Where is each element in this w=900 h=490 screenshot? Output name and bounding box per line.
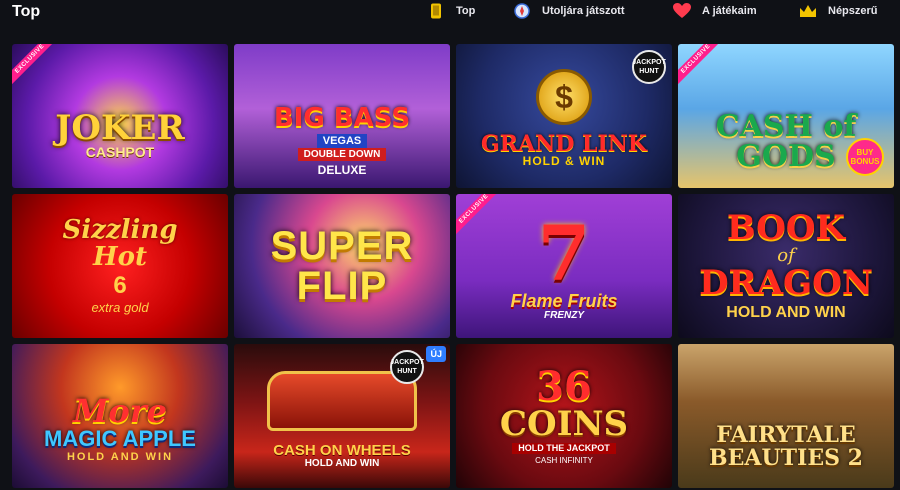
tab-top[interactable]: Top: [426, 0, 506, 22]
game-tile-cash-on-wheels[interactable]: ÚJ JACKPOT HUNT CASH ON WHEELS HOLD AND …: [234, 344, 450, 488]
game-title: COINS: [499, 403, 629, 444]
game-subtitle: BEAUTIES 2: [709, 444, 863, 471]
top-bar: Top Top Utoljára játszott A játékaim Nép…: [0, 0, 900, 30]
game-subtitle: FRENZY: [544, 309, 584, 321]
game-subtitle: HOLD AND WIN: [726, 303, 846, 321]
game-subtitle: HOLD THE JACKPOT: [512, 442, 616, 455]
new-badge: ÚJ: [426, 346, 446, 362]
exclusive-ribbon: EXCLUSIVE: [12, 44, 62, 91]
game-title: FAIRYTALE: [716, 421, 856, 448]
game-subtitle: Hot: [93, 242, 147, 273]
category-tabs: Top Utoljára játszott A játékaim Népszer…: [426, 0, 900, 22]
game-title: BOOK: [726, 207, 846, 248]
game-title: GRAND LINK: [481, 131, 647, 158]
buy-bonus-badge: BUY BONUS: [846, 138, 884, 176]
game-tile-grand-link[interactable]: JACKPOT HUNT $ GRAND LINK HOLD & WIN: [456, 44, 672, 188]
game-subtitle: HOLD AND WIN: [66, 451, 174, 464]
tab-label: Utoljára játszott: [542, 5, 625, 17]
tab-label: A játékaim: [702, 5, 757, 17]
game-title: CASH ON WHEELS: [273, 442, 411, 459]
game-number: 6: [113, 271, 127, 299]
page-title: Top: [12, 3, 41, 20]
tab-label: Top: [456, 5, 476, 17]
heart-icon: [672, 2, 692, 20]
tab-popular[interactable]: Népszerű: [798, 0, 900, 22]
game-number: 36: [536, 362, 592, 410]
jackpot-hunt-badge: JACKPOT HUNT: [632, 50, 666, 84]
game-tile-super-flip[interactable]: SUPER FLIP: [234, 194, 450, 338]
car-illustration: [267, 371, 417, 431]
game-subtitle: CASHPOT: [85, 144, 155, 161]
game-title: Sizzling: [62, 215, 178, 246]
tab-recently-played[interactable]: Utoljára játszott: [512, 0, 662, 22]
game-subtitle: extra gold: [91, 299, 149, 315]
tab-label: Népszerű: [828, 5, 878, 17]
game-tile-big-bass-vegas[interactable]: BIG BASS VEGAS DOUBLE DOWN DELUXE: [234, 44, 450, 188]
game-tile-more-magic-apple[interactable]: More MAGIC APPLE HOLD AND WIN: [12, 344, 228, 488]
phone-icon: [426, 2, 446, 20]
exclusive-ribbon: EXCLUSIVE: [456, 194, 506, 241]
game-title: More: [73, 391, 167, 430]
dollar-coin-icon: $: [536, 69, 592, 126]
game-tile-fairytale-beauties-2[interactable]: FAIRYTALE BEAUTIES 2: [678, 344, 894, 488]
tab-my-games[interactable]: A játékaim: [672, 0, 792, 22]
compass-icon: [512, 2, 532, 20]
crown-icon: [798, 2, 818, 20]
game-tile-flame-fruits-frenzy[interactable]: EXCLUSIVE 7 Flame Fruits FRENZY: [456, 194, 672, 338]
game-subtitle: DELUXE: [317, 163, 367, 178]
game-title: DRAGON: [699, 262, 873, 303]
game-subtitle: MAGIC APPLE: [44, 425, 196, 451]
game-title: JOKER: [55, 108, 185, 149]
game-number: 7: [537, 208, 591, 298]
game-tile-cash-of-gods[interactable]: EXCLUSIVE CASH of GODS BUY BONUS: [678, 44, 894, 188]
game-subtitle: HOLD AND WIN: [304, 458, 380, 469]
game-title: Flame Fruits: [510, 290, 618, 311]
game-subtitle: CASH INFINITY: [535, 456, 593, 466]
game-tile-36-coins[interactable]: 36 COINS HOLD THE JACKPOT CASH INFINITY: [456, 344, 672, 488]
game-subtitle: HOLD & WIN: [522, 154, 606, 169]
game-subtitle: VEGAS: [316, 133, 368, 149]
game-tile-sizzling-hot-6[interactable]: Sizzling Hot 6 extra gold: [12, 194, 228, 338]
game-tile-book-of-dragon[interactable]: BOOK of DRAGON HOLD AND WIN: [678, 194, 894, 338]
jackpot-hunt-badge: JACKPOT HUNT: [390, 350, 424, 384]
game-tile-joker-cashpot[interactable]: EXCLUSIVE JOKER CASHPOT: [12, 44, 228, 188]
game-title: SUPER FLIP: [270, 224, 414, 308]
game-subtitle: DOUBLE DOWN: [297, 148, 387, 162]
exclusive-ribbon: EXCLUSIVE: [678, 44, 728, 91]
game-title: BIG BASS: [273, 102, 411, 133]
game-grid: EXCLUSIVE JOKER CASHPOT BIG BASS VEGAS D…: [12, 44, 894, 488]
